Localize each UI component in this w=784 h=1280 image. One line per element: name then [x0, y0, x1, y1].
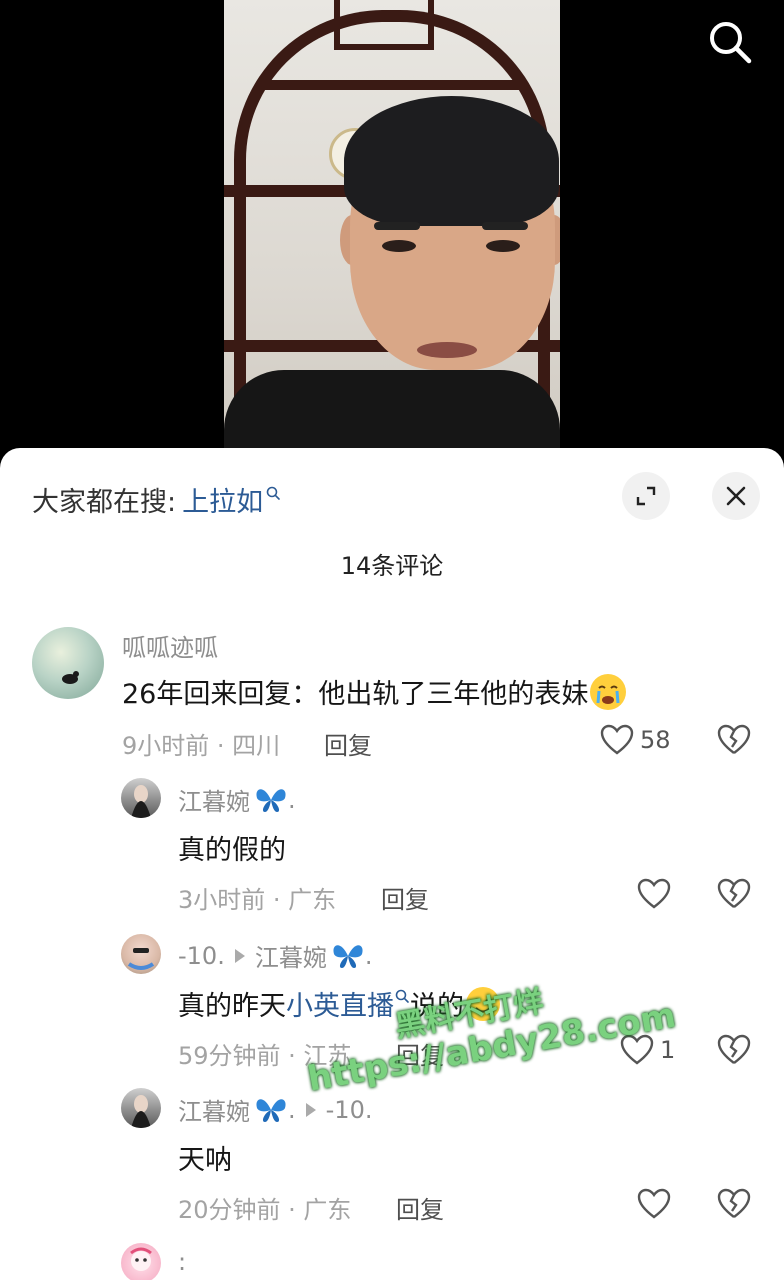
expand-button[interactable]: [622, 472, 670, 520]
comment-text-body: 26年回来回复：他出轨了三年他的表妹: [122, 679, 589, 710]
avatar[interactable]: [121, 1243, 161, 1280]
username-text: 江暮婉: [178, 788, 250, 816]
heart-icon: [637, 878, 671, 909]
mouth: [417, 342, 477, 358]
heart-icon: [637, 1188, 671, 1219]
reply-meta: 20分钟前 · 广东: [178, 1196, 352, 1224]
dislike-button[interactable]: [717, 1188, 751, 1224]
eyebrow: [374, 222, 420, 230]
reply-button[interactable]: 回复: [396, 1036, 444, 1071]
reply-button[interactable]: 回复: [324, 726, 372, 761]
reply-to-name[interactable]: 江暮婉: [255, 938, 327, 973]
search-icon: [710, 22, 752, 64]
close-button[interactable]: [712, 472, 760, 520]
heart-icon: [600, 724, 634, 755]
like-button[interactable]: [637, 1188, 671, 1220]
reply-text-before: 真的昨天: [178, 991, 286, 1022]
search-button[interactable]: [706, 18, 754, 66]
comment-meta: 9小时前 · 四川: [122, 732, 281, 760]
reply-meta: 3小时前 · 广东: [178, 886, 337, 914]
reply-button[interactable]: 回复: [396, 1190, 444, 1225]
video-player[interactable]: [0, 0, 784, 470]
crying-emoji-icon: [590, 673, 627, 710]
search-link[interactable]: 小英直播: [286, 984, 394, 1023]
comment-text: 26年回来回复：他出轨了三年他的表妹: [122, 672, 627, 711]
reply-meta: 59分钟前 · 江苏: [178, 1042, 352, 1070]
broken-heart-icon: [717, 878, 751, 908]
reply-arrow-icon: [234, 948, 245, 963]
avatar[interactable]: [121, 778, 161, 818]
dislike-button[interactable]: [717, 1034, 751, 1070]
avatar[interactable]: [32, 627, 104, 699]
reply-username[interactable]: -10. 江暮婉 .: [178, 938, 372, 973]
reply-username[interactable]: :: [178, 1248, 186, 1276]
close-icon: [726, 486, 746, 506]
reply-button[interactable]: 回复: [381, 880, 429, 915]
broken-heart-icon: [717, 1034, 751, 1064]
broken-heart-icon: [717, 1188, 751, 1218]
like-button[interactable]: 1: [620, 1034, 675, 1066]
reply-text: 天呐: [178, 1145, 232, 1176]
like-button[interactable]: [637, 878, 671, 910]
heart-icon: [620, 1034, 654, 1065]
like-count: 1: [660, 1036, 676, 1064]
username-suffix: .: [288, 1095, 296, 1124]
reply-text: 真的假的: [178, 835, 286, 866]
butterfly-icon: [256, 1098, 286, 1122]
username-text: -10.: [178, 941, 225, 970]
like-button[interactable]: 58: [600, 724, 671, 756]
shelf-ornament: [334, 0, 434, 50]
avatar[interactable]: [121, 934, 161, 974]
comment-count-title: 14条评论: [340, 552, 444, 580]
reply-to-suffix: .: [364, 941, 373, 970]
trending-search[interactable]: 大家都在搜: 上拉如: [32, 480, 281, 519]
dislike-button[interactable]: [717, 724, 751, 760]
video-frame: [224, 0, 560, 470]
reply-text-after: 说的: [410, 991, 464, 1022]
person-hair: [344, 96, 559, 226]
username-text: 江暮婉: [178, 1098, 250, 1126]
reply-arrow-icon: [305, 1102, 316, 1117]
mini-search-icon: [266, 486, 280, 500]
dislike-button[interactable]: [717, 878, 751, 914]
avatar[interactable]: [121, 1088, 161, 1128]
trending-term[interactable]: 上拉如: [182, 480, 263, 519]
eye: [382, 240, 416, 252]
comment-sheet: 大家都在搜: 上拉如 14条评论 呱呱迹呱 26年回来回复：他出轨了三年他的表妹: [0, 448, 784, 1280]
reply-to-name[interactable]: -10.: [326, 1096, 373, 1124]
eye: [486, 240, 520, 252]
butterfly-icon: [333, 944, 363, 968]
expand-icon: [636, 486, 656, 506]
eyebrow: [482, 222, 528, 230]
comment-username[interactable]: 呱呱迹呱: [122, 628, 218, 663]
trending-label: 大家都在搜:: [32, 487, 177, 518]
smile-emoji-icon: [466, 986, 500, 1021]
mini-search-icon: [395, 989, 409, 1003]
reply-username[interactable]: 江暮婉 . -10.: [178, 1092, 372, 1127]
butterfly-icon: [256, 788, 286, 812]
shelf-board: [264, 80, 524, 90]
broken-heart-icon: [717, 724, 751, 754]
like-count: 58: [640, 726, 671, 754]
reply-text: 真的昨天 小英直播 说的: [178, 984, 500, 1023]
username-suffix: .: [288, 785, 296, 814]
reply-username[interactable]: 江暮婉 .: [178, 782, 296, 817]
